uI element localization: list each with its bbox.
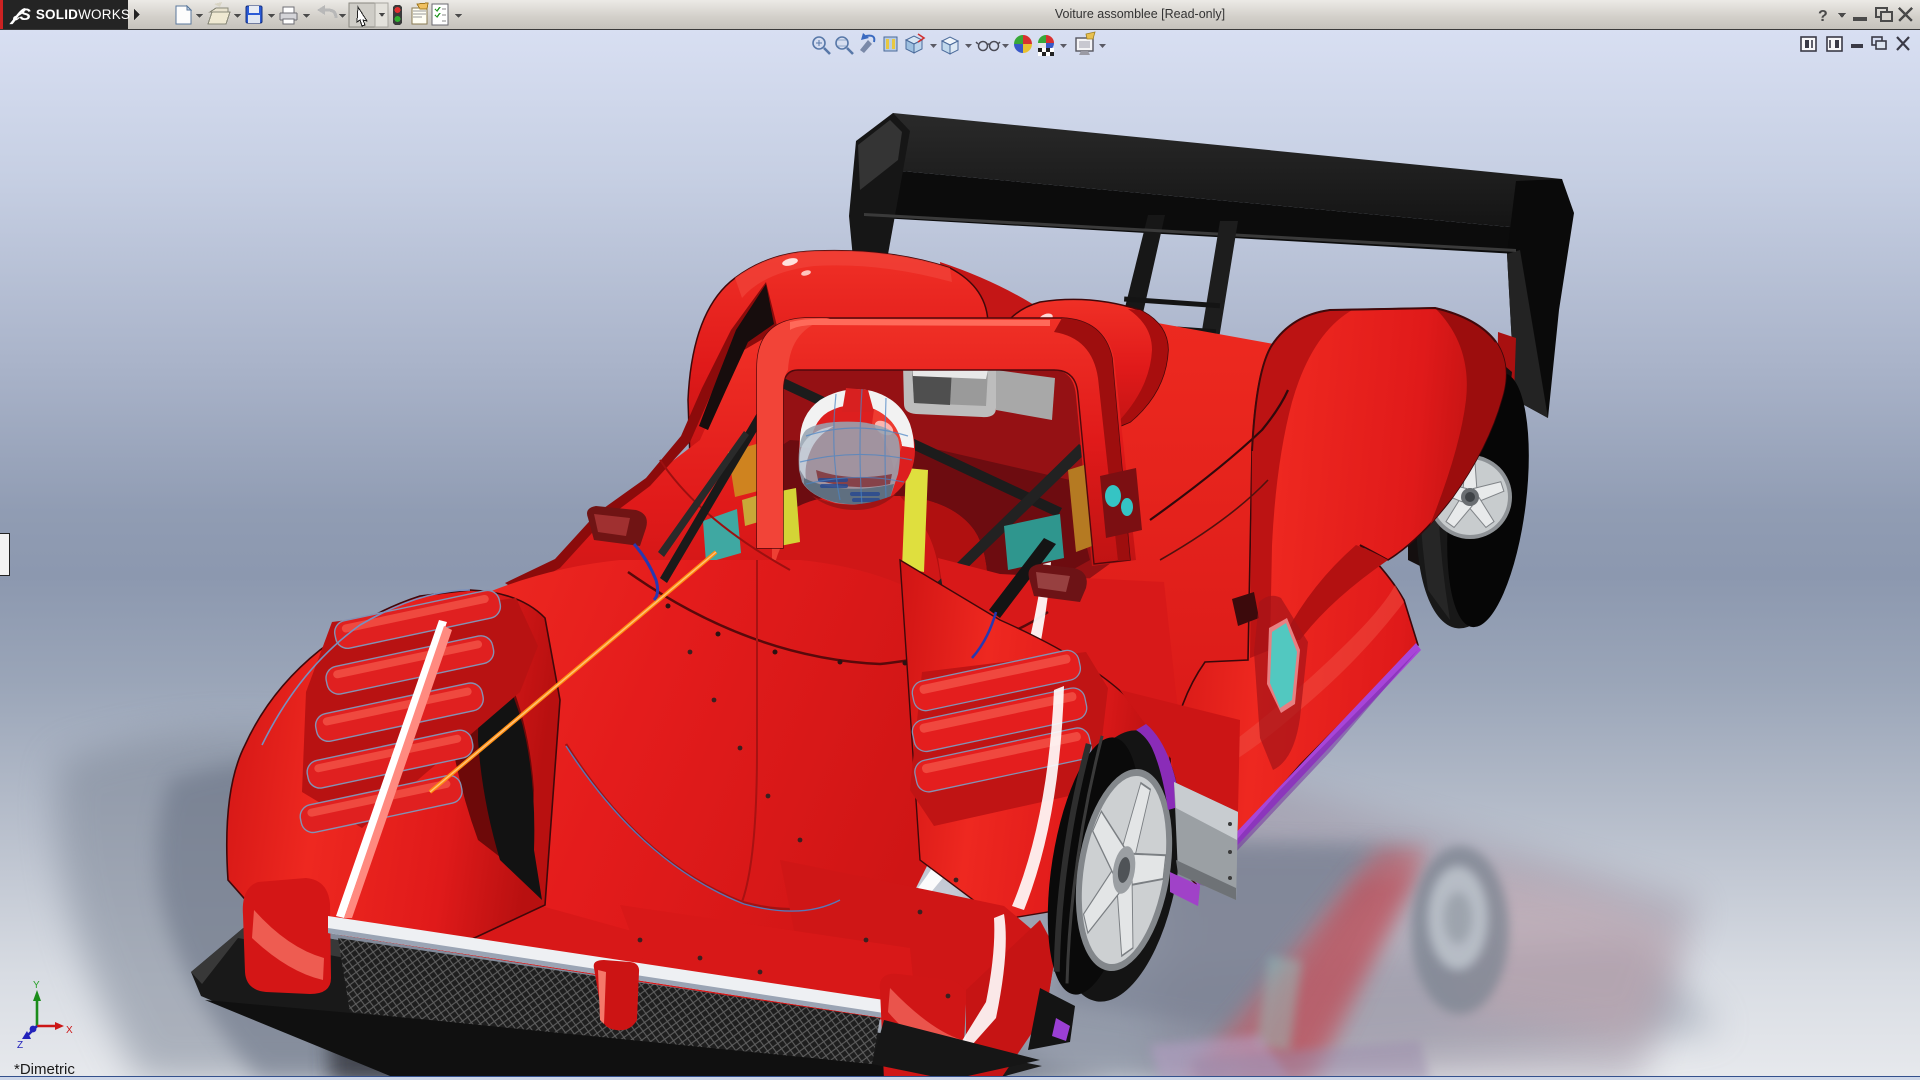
svg-text:?: ?: [1818, 8, 1828, 25]
svg-text:Y: Y: [33, 980, 40, 991]
svg-text:Z: Z: [17, 1040, 23, 1051]
svg-text:X: X: [66, 1025, 73, 1036]
